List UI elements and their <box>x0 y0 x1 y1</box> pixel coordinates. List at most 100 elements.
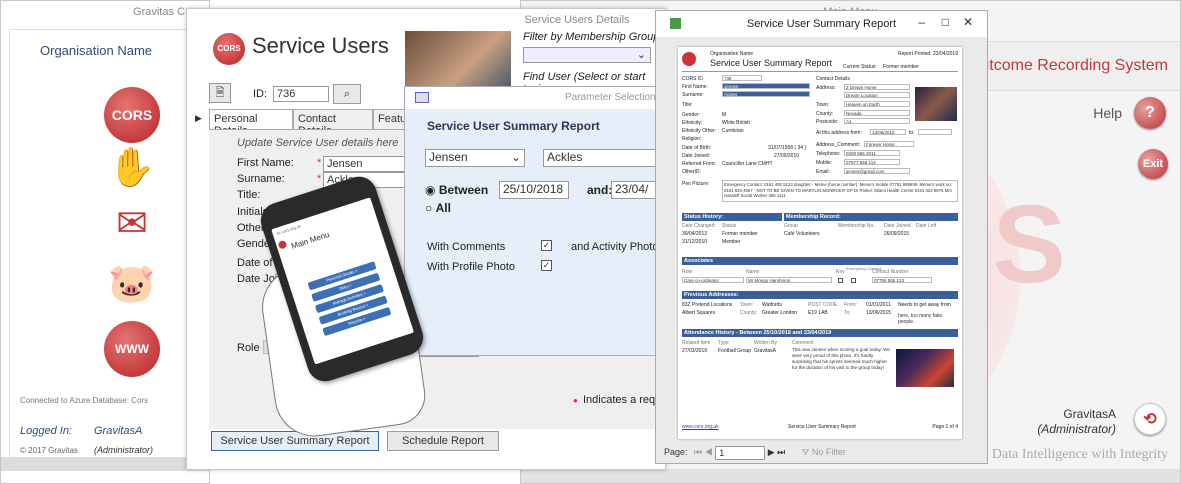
mr-row-joined: 26/09/2015 <box>884 231 910 237</box>
address-line2: Dream Location <box>844 92 910 98</box>
county-label: County: <box>816 111 834 117</box>
all-radio[interactable]: ○ All <box>425 201 451 215</box>
bottom-bar <box>1 457 209 471</box>
ethnicity-label: Ethnicity: <box>682 120 703 126</box>
first-name-select[interactable]: Jensen ⌄ <box>425 149 525 167</box>
next-page-icon[interactable]: ▶ <box>768 447 775 457</box>
schedule-report-button[interactable]: Schedule Report <box>387 431 499 451</box>
at-row-comment: This was Jensen when scoring a goal toda… <box>792 347 890 370</box>
as-row-name: Mr Mongo Harshmon <box>746 277 832 283</box>
sh-col-date: Date Changed: <box>682 223 716 229</box>
close-icon[interactable]: ✕ <box>963 15 973 29</box>
report-window: Service User Summary Report – □ ✕ Organi… <box>655 10 988 464</box>
help-label: Help <box>1093 105 1122 121</box>
printed-date: Report Printed: 23/04/2019 <box>897 51 958 57</box>
pa-postcode-label: POST CODE: <box>808 302 839 308</box>
ethnicity-other-label: Ethnicity Other: <box>682 128 717 134</box>
pen-picture-value: Emergency Contact: 0161 492 5123 daughte… <box>722 180 958 202</box>
key-checkbox <box>838 278 843 283</box>
at-col-type: Type <box>718 340 729 346</box>
first-name-value: Jensen <box>429 150 468 164</box>
mr-row-group: Café Volunteers <box>784 231 820 237</box>
report-title: Service User Summary Report <box>427 119 600 133</box>
bottom-bar <box>521 469 1180 483</box>
to-date-field[interactable]: 23/04/ <box>611 181 661 199</box>
report-icon <box>670 18 681 29</box>
profile-photo-checkbox[interactable]: ✓ <box>541 260 552 271</box>
at-col-item: Related Item <box>682 340 711 346</box>
address-comment-value: Forever Home <box>864 141 914 147</box>
at-address-value: 13/06/2015 <box>870 129 906 135</box>
details-window-title: Service Users Details <box>524 14 630 26</box>
tab-personal-details[interactable]: Personal Details <box>209 109 293 137</box>
cors-id-value: 736 <box>722 75 762 81</box>
exit-button[interactable]: Exit <box>1138 149 1168 179</box>
prev-page-icon[interactable]: ◀ <box>705 447 713 457</box>
cors-logo-button[interactable]: CORS <box>104 87 160 143</box>
telephone-label: Telephone: <box>816 151 841 157</box>
page-title: Service Users <box>252 33 389 58</box>
mr-col-group: Group <box>784 223 798 229</box>
membership-record-heading: Membership Record: <box>784 213 958 221</box>
no-filter-label[interactable]: No Filter <box>812 447 846 457</box>
first-name-value: Jensen <box>722 83 810 89</box>
surname-select[interactable]: Ackles <box>543 149 661 167</box>
hands-icon[interactable]: ✋ <box>105 143 159 193</box>
mobile-value: 07977 555 114 <box>844 159 900 165</box>
attendance-heading: Attendance History - Between 25/10/2018 … <box>682 329 958 337</box>
title-label: Title: <box>237 189 261 201</box>
required-marker: * <box>317 157 322 169</box>
parameter-selection-dialog: Parameter Selection Service User Summary… <box>404 86 661 356</box>
required-note: Indicates a requ <box>583 394 662 406</box>
www-button[interactable]: WWW <box>104 321 160 377</box>
ethnicity-value: White British <box>722 120 751 126</box>
filter-icon[interactable]: ⛛ <box>802 447 810 457</box>
ethnicity-other-value: Cumbrian <box>722 128 744 134</box>
id-field[interactable]: 736 <box>273 86 329 102</box>
all-label: All <box>435 201 451 215</box>
from-date-field[interactable]: 25/10/2018 <box>499 181 569 199</box>
as-col-contact: Contact Number <box>872 269 909 275</box>
cors-logo <box>277 239 288 250</box>
cors-logo <box>682 52 696 66</box>
dialog-title: Parameter Selection <box>405 87 659 109</box>
contact-details-heading: Contact Details <box>816 76 850 82</box>
minimize-icon[interactable]: – <box>918 15 925 29</box>
maximize-icon[interactable]: □ <box>942 15 949 29</box>
logout-icon[interactable]: ⟲ <box>1134 403 1166 435</box>
footer-page: Page 1 of 4 <box>932 424 958 430</box>
at-row-writer: GravitasA <box>754 348 776 354</box>
help-button[interactable]: ? <box>1134 97 1166 129</box>
status-label: Current Status: <box>843 64 877 70</box>
user-role: (Administrator) <box>1037 422 1116 436</box>
surname-label: Surname: <box>237 173 285 185</box>
page-number-field[interactable]: 1 <box>715 445 766 460</box>
at-row-type: Football Group <box>718 348 752 354</box>
logged-in-user: GravitasA <box>94 425 143 437</box>
pa-county-label: County: <box>740 310 758 316</box>
town-value: Heaven on Earth <box>844 101 910 107</box>
mail-icon[interactable]: ✉ <box>105 199 159 249</box>
membership-group-select[interactable]: ⌄ <box>523 47 651 63</box>
user-info: GravitasA (Administrator) <box>1037 407 1116 437</box>
first-name-field[interactable]: Jensen <box>323 156 413 172</box>
sh-row1-status: Former member <box>722 231 758 237</box>
as-col-role: Role <box>682 269 693 275</box>
piggy-bank-icon[interactable]: 🐷 <box>105 259 159 309</box>
new-record-icon[interactable]: 🗎 <box>209 83 231 103</box>
id-label: ID: <box>253 88 268 100</box>
record-selector[interactable]: ▶ <box>195 113 202 124</box>
with-comments-checkbox[interactable]: ✓ <box>541 240 552 251</box>
first-page-icon[interactable]: ⏮ <box>694 447 702 457</box>
between-radio[interactable]: ◉ Between <box>425 183 488 197</box>
binoculars-icon[interactable]: ⌕ <box>333 84 361 104</box>
summary-report-button[interactable]: Service User Summary Report <box>211 431 379 451</box>
tab-contact-details[interactable]: Contact Details <box>293 109 373 137</box>
pa-town-label: Town: <box>740 302 754 308</box>
county-value: Nevada <box>844 110 910 116</box>
required-dot: ● <box>573 396 578 405</box>
referred-value: Councillor Lane CMHT <box>722 161 773 167</box>
last-page-icon[interactable]: ⏭ <box>777 447 785 457</box>
footer-link[interactable]: www.cors.org.uk <box>682 424 719 430</box>
role-label: Role <box>237 342 260 354</box>
